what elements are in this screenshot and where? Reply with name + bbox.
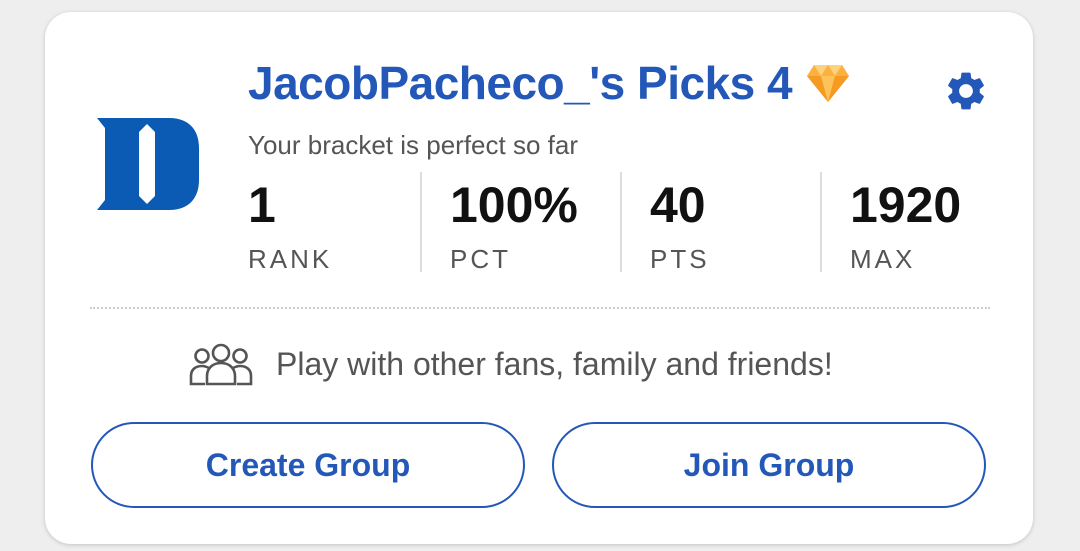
stat-value: 1 [248, 177, 276, 233]
create-group-button[interactable]: Create Group [91, 422, 525, 508]
stat-value: 100% [450, 177, 578, 233]
title-row: JacobPacheco_'s Picks 4 [248, 56, 850, 110]
stat-value: 40 [650, 177, 706, 233]
stat-pts: 40 PTS [620, 172, 820, 274]
duke-d-logo [97, 118, 199, 210]
section-divider [90, 307, 990, 309]
groups-promo: Play with other fans, family and friends… [188, 342, 833, 386]
stat-label: PCT [450, 244, 511, 274]
gear-icon[interactable] [943, 68, 989, 114]
bracket-card: JacobPacheco_'s Picks 4 Your bracket is … [45, 12, 1033, 544]
stat-label: PTS [650, 244, 710, 274]
stat-rank: 1 RANK [248, 172, 420, 274]
people-group-icon [189, 343, 253, 386]
promo-text: Play with other fans, family and friends… [276, 345, 833, 382]
stat-label: RANK [248, 244, 333, 274]
stat-label: MAX [850, 244, 916, 274]
bracket-title[interactable]: JacobPacheco_'s Picks 4 [248, 56, 793, 110]
stat-max: 1920 MAX [820, 172, 1020, 274]
join-group-button[interactable]: Join Group [552, 422, 986, 508]
stat-pct: 100% PCT [420, 172, 620, 274]
bracket-status: Your bracket is perfect so far [248, 130, 578, 160]
diamond-icon [807, 65, 850, 102]
stat-value: 1920 [850, 177, 962, 233]
stats-row: 1 RANK 100% PCT 40 PTS 1920 MAX [248, 172, 1020, 274]
